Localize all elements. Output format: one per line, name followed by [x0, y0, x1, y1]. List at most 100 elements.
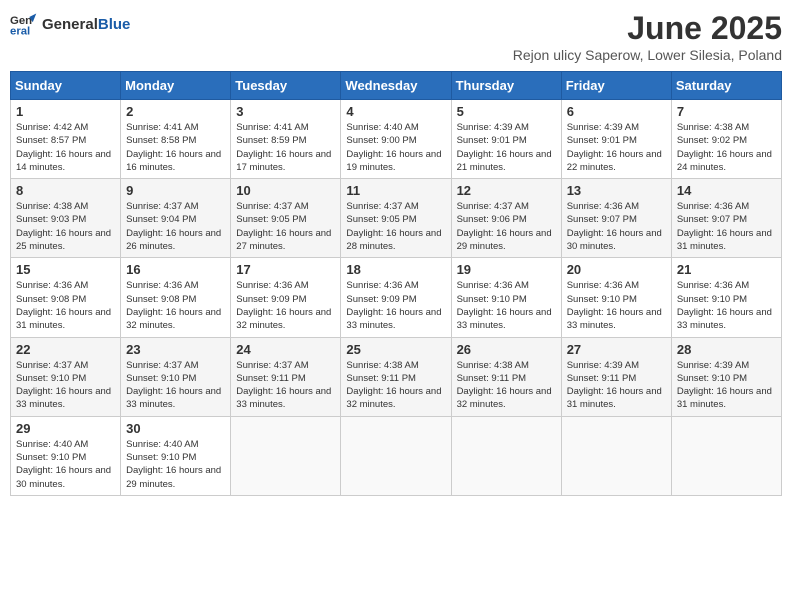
day-number: 2	[126, 104, 225, 119]
calendar-cell: 19 Sunrise: 4:36 AM Sunset: 9:10 PM Dayl…	[451, 258, 561, 337]
day-info: Sunrise: 4:37 AM Sunset: 9:05 PM Dayligh…	[236, 200, 335, 253]
day-number: 17	[236, 262, 335, 277]
day-number: 24	[236, 342, 335, 357]
day-info: Sunrise: 4:37 AM Sunset: 9:11 PM Dayligh…	[236, 359, 335, 412]
calendar-cell: 2 Sunrise: 4:41 AM Sunset: 8:58 PM Dayli…	[121, 100, 231, 179]
day-number: 30	[126, 421, 225, 436]
day-info: Sunrise: 4:36 AM Sunset: 9:08 PM Dayligh…	[126, 279, 225, 332]
day-number: 19	[457, 262, 556, 277]
calendar-cell: 29 Sunrise: 4:40 AM Sunset: 9:10 PM Dayl…	[11, 416, 121, 495]
day-info: Sunrise: 4:40 AM Sunset: 9:10 PM Dayligh…	[126, 438, 225, 491]
calendar-week-row: 29 Sunrise: 4:40 AM Sunset: 9:10 PM Dayl…	[11, 416, 782, 495]
logo-blue: Blue	[98, 16, 131, 33]
day-number: 10	[236, 183, 335, 198]
day-info: Sunrise: 4:41 AM Sunset: 8:58 PM Dayligh…	[126, 121, 225, 174]
calendar-week-row: 8 Sunrise: 4:38 AM Sunset: 9:03 PM Dayli…	[11, 179, 782, 258]
day-info: Sunrise: 4:37 AM Sunset: 9:04 PM Dayligh…	[126, 200, 225, 253]
logo-icon: Gen eral	[10, 10, 38, 38]
day-number: 21	[677, 262, 776, 277]
calendar-cell: 18 Sunrise: 4:36 AM Sunset: 9:09 PM Dayl…	[341, 258, 451, 337]
location-title: Rejon ulicy Saperow, Lower Silesia, Pola…	[513, 47, 782, 63]
day-info: Sunrise: 4:38 AM Sunset: 9:02 PM Dayligh…	[677, 121, 776, 174]
day-number: 8	[16, 183, 115, 198]
calendar-cell: 10 Sunrise: 4:37 AM Sunset: 9:05 PM Dayl…	[231, 179, 341, 258]
day-number: 26	[457, 342, 556, 357]
column-header-wednesday: Wednesday	[341, 72, 451, 100]
day-number: 28	[677, 342, 776, 357]
calendar-cell: 28 Sunrise: 4:39 AM Sunset: 9:10 PM Dayl…	[671, 337, 781, 416]
day-number: 27	[567, 342, 666, 357]
calendar-cell: 14 Sunrise: 4:36 AM Sunset: 9:07 PM Dayl…	[671, 179, 781, 258]
day-number: 15	[16, 262, 115, 277]
day-info: Sunrise: 4:39 AM Sunset: 9:01 PM Dayligh…	[567, 121, 666, 174]
day-number: 1	[16, 104, 115, 119]
calendar-cell: 3 Sunrise: 4:41 AM Sunset: 8:59 PM Dayli…	[231, 100, 341, 179]
calendar-cell: 5 Sunrise: 4:39 AM Sunset: 9:01 PM Dayli…	[451, 100, 561, 179]
day-number: 9	[126, 183, 225, 198]
day-info: Sunrise: 4:37 AM Sunset: 9:10 PM Dayligh…	[126, 359, 225, 412]
calendar-cell	[561, 416, 671, 495]
calendar-week-row: 22 Sunrise: 4:37 AM Sunset: 9:10 PM Dayl…	[11, 337, 782, 416]
calendar-cell	[671, 416, 781, 495]
day-info: Sunrise: 4:37 AM Sunset: 9:06 PM Dayligh…	[457, 200, 556, 253]
day-info: Sunrise: 4:36 AM Sunset: 9:08 PM Dayligh…	[16, 279, 115, 332]
day-info: Sunrise: 4:39 AM Sunset: 9:11 PM Dayligh…	[567, 359, 666, 412]
day-info: Sunrise: 4:37 AM Sunset: 9:05 PM Dayligh…	[346, 200, 445, 253]
day-number: 11	[346, 183, 445, 198]
day-info: Sunrise: 4:40 AM Sunset: 9:00 PM Dayligh…	[346, 121, 445, 174]
calendar-cell: 20 Sunrise: 4:36 AM Sunset: 9:10 PM Dayl…	[561, 258, 671, 337]
calendar-cell: 23 Sunrise: 4:37 AM Sunset: 9:10 PM Dayl…	[121, 337, 231, 416]
column-header-tuesday: Tuesday	[231, 72, 341, 100]
calendar-cell: 13 Sunrise: 4:36 AM Sunset: 9:07 PM Dayl…	[561, 179, 671, 258]
day-number: 22	[16, 342, 115, 357]
day-info: Sunrise: 4:36 AM Sunset: 9:07 PM Dayligh…	[677, 200, 776, 253]
calendar-cell	[231, 416, 341, 495]
calendar-cell: 27 Sunrise: 4:39 AM Sunset: 9:11 PM Dayl…	[561, 337, 671, 416]
logo: Gen eral GeneralBlue	[10, 10, 130, 38]
month-title: June 2025	[513, 10, 782, 47]
day-number: 6	[567, 104, 666, 119]
day-info: Sunrise: 4:38 AM Sunset: 9:11 PM Dayligh…	[346, 359, 445, 412]
calendar: SundayMondayTuesdayWednesdayThursdayFrid…	[10, 71, 782, 496]
calendar-cell: 17 Sunrise: 4:36 AM Sunset: 9:09 PM Dayl…	[231, 258, 341, 337]
header: Gen eral GeneralBlue June 2025 Rejon uli…	[10, 10, 782, 63]
column-header-friday: Friday	[561, 72, 671, 100]
day-number: 16	[126, 262, 225, 277]
day-number: 12	[457, 183, 556, 198]
calendar-cell: 1 Sunrise: 4:42 AM Sunset: 8:57 PM Dayli…	[11, 100, 121, 179]
day-info: Sunrise: 4:36 AM Sunset: 9:10 PM Dayligh…	[457, 279, 556, 332]
day-number: 4	[346, 104, 445, 119]
calendar-cell: 15 Sunrise: 4:36 AM Sunset: 9:08 PM Dayl…	[11, 258, 121, 337]
calendar-cell	[341, 416, 451, 495]
day-info: Sunrise: 4:38 AM Sunset: 9:11 PM Dayligh…	[457, 359, 556, 412]
column-header-sunday: Sunday	[11, 72, 121, 100]
day-info: Sunrise: 4:36 AM Sunset: 9:10 PM Dayligh…	[677, 279, 776, 332]
calendar-cell: 30 Sunrise: 4:40 AM Sunset: 9:10 PM Dayl…	[121, 416, 231, 495]
day-number: 5	[457, 104, 556, 119]
logo-general: GeneralBlue	[42, 16, 130, 33]
day-number: 3	[236, 104, 335, 119]
day-number: 20	[567, 262, 666, 277]
calendar-cell: 4 Sunrise: 4:40 AM Sunset: 9:00 PM Dayli…	[341, 100, 451, 179]
day-number: 14	[677, 183, 776, 198]
day-number: 18	[346, 262, 445, 277]
calendar-week-row: 15 Sunrise: 4:36 AM Sunset: 9:08 PM Dayl…	[11, 258, 782, 337]
day-number: 23	[126, 342, 225, 357]
calendar-cell: 22 Sunrise: 4:37 AM Sunset: 9:10 PM Dayl…	[11, 337, 121, 416]
day-info: Sunrise: 4:38 AM Sunset: 9:03 PM Dayligh…	[16, 200, 115, 253]
day-number: 7	[677, 104, 776, 119]
day-info: Sunrise: 4:36 AM Sunset: 9:07 PM Dayligh…	[567, 200, 666, 253]
day-info: Sunrise: 4:42 AM Sunset: 8:57 PM Dayligh…	[16, 121, 115, 174]
day-number: 13	[567, 183, 666, 198]
day-number: 25	[346, 342, 445, 357]
day-info: Sunrise: 4:37 AM Sunset: 9:10 PM Dayligh…	[16, 359, 115, 412]
calendar-cell: 7 Sunrise: 4:38 AM Sunset: 9:02 PM Dayli…	[671, 100, 781, 179]
calendar-cell: 16 Sunrise: 4:36 AM Sunset: 9:08 PM Dayl…	[121, 258, 231, 337]
day-info: Sunrise: 4:36 AM Sunset: 9:09 PM Dayligh…	[236, 279, 335, 332]
day-info: Sunrise: 4:36 AM Sunset: 9:09 PM Dayligh…	[346, 279, 445, 332]
calendar-cell: 25 Sunrise: 4:38 AM Sunset: 9:11 PM Dayl…	[341, 337, 451, 416]
calendar-cell: 26 Sunrise: 4:38 AM Sunset: 9:11 PM Dayl…	[451, 337, 561, 416]
svg-text:eral: eral	[10, 26, 30, 38]
column-header-thursday: Thursday	[451, 72, 561, 100]
calendar-header-row: SundayMondayTuesdayWednesdayThursdayFrid…	[11, 72, 782, 100]
